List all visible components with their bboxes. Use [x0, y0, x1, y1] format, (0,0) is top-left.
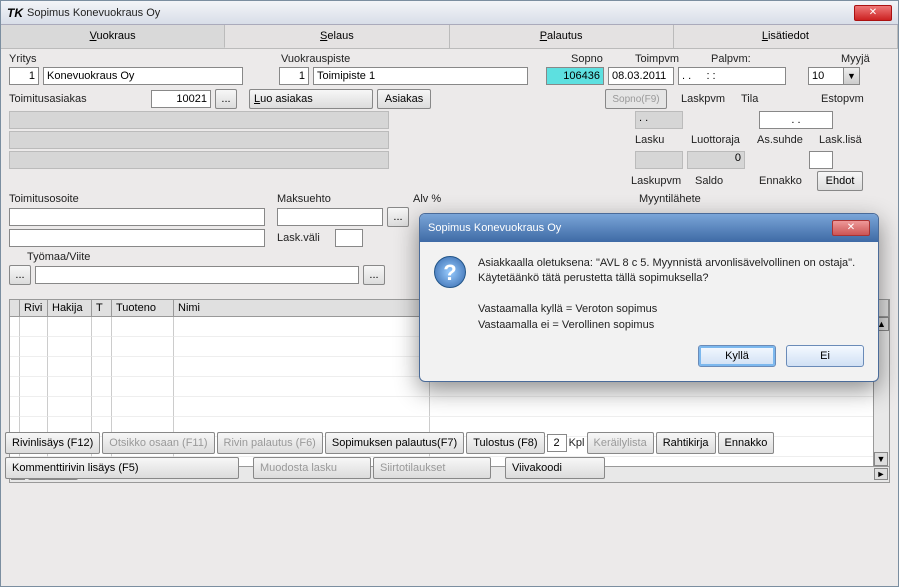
dialog-line2: Vastaamalla kyllä = Veroton sopimus	[478, 302, 864, 317]
label-toimitusasiakas: Toimitusasiakas	[9, 93, 109, 105]
estopvm-input[interactable]	[759, 111, 833, 129]
col-tuoteno[interactable]: Tuoteno	[112, 300, 174, 316]
label-myyntilahete: Myyntilähete	[639, 193, 701, 205]
toimitusasiakas-lookup-button[interactable]: ...	[215, 89, 237, 109]
label-kpl: Kpl	[569, 437, 585, 449]
tyomaa-lookup-button[interactable]: ...	[363, 265, 385, 285]
label-vuokrauspiste: Vuokrauspiste	[281, 53, 381, 65]
ennakko-footer-button[interactable]: Ennakko	[718, 432, 775, 454]
yritys-num-input[interactable]	[9, 67, 39, 85]
maksuehto-input[interactable]	[277, 208, 383, 226]
tab-bar: VVuokrausuokraus Selaus Palautus Lisätie…	[1, 25, 898, 49]
label-ennakko: Ennakko	[759, 175, 813, 187]
close-icon[interactable]: ✕	[854, 5, 892, 21]
dialog-close-icon[interactable]: ✕	[832, 220, 870, 236]
tyomaa-prev-button[interactable]: ...	[9, 265, 31, 285]
toimpvm-input[interactable]	[608, 67, 674, 85]
rahtikirja-button[interactable]: Rahtikirja	[656, 432, 716, 454]
muodosta-lasku-button[interactable]: Muodosta lasku	[253, 457, 371, 479]
label-toimpvm: Toimpvm	[635, 53, 707, 65]
dialog-line3: Vastaamalla ei = Verollinen sopimus	[478, 318, 864, 333]
lasku-display	[635, 151, 683, 169]
label-saldo: Saldo	[695, 175, 745, 187]
label-myyja: Myyjä	[841, 53, 870, 65]
customer-line1	[9, 111, 389, 129]
col-t[interactable]: T	[92, 300, 112, 316]
label-lask-vali: Lask.väli	[277, 232, 331, 244]
label-lask-lisa: Lask.lisä	[819, 134, 862, 146]
label-sopno: Sopno	[571, 53, 631, 65]
label-as-suhde: As.suhde	[757, 134, 815, 146]
customer-line3	[9, 151, 389, 169]
label-maksuehto: Maksuehto	[277, 193, 409, 205]
luo-asiakas-button[interactable]: Luo asiakas	[249, 89, 373, 109]
kerailylista-button[interactable]: Keräilylista	[587, 432, 654, 454]
tab-palautus[interactable]: Palautus	[450, 25, 674, 48]
label-palpvm: Palpvm:	[711, 53, 791, 65]
dialog-text: Asiakkaalla oletuksena: "AVL 8 c 5. Myyn…	[478, 256, 864, 333]
tab-vuokraus[interactable]: VVuokrausuokraus	[1, 25, 225, 48]
tab-lisatiedot[interactable]: Lisätiedot	[674, 25, 898, 48]
question-icon: ?	[434, 256, 466, 288]
toimitusasiakas-input[interactable]	[151, 90, 211, 108]
dialog-title: Sopimus Konevuokraus Oy	[428, 222, 561, 234]
label-laskupvm: Laskupvm	[631, 175, 691, 187]
label-tyomaa-viite: Työmaa/Viite	[27, 251, 90, 263]
dialog-no-button[interactable]: Ei	[786, 345, 864, 367]
kommenttirivi-button[interactable]: Kommenttirivin lisäys (F5)	[5, 457, 239, 479]
kpl-input[interactable]	[547, 434, 567, 452]
laskpvm-display: . .	[635, 111, 683, 129]
col-rivi[interactable]: Rivi	[20, 300, 48, 316]
myyja-select[interactable]	[808, 67, 844, 85]
label-luottoraja: Luottoraja	[691, 134, 753, 146]
sopimuksen-palautus-button[interactable]: Sopimuksen palautus(F7)	[325, 432, 464, 454]
asiakas-button[interactable]: Asiakas	[377, 89, 431, 109]
dialog-yes-button[interactable]: Kyllä	[698, 345, 776, 367]
palpvm-input[interactable]	[678, 67, 786, 85]
maksuehto-lookup-button[interactable]: ...	[387, 207, 409, 227]
label-toimitusosoite: Toimitusosoite	[9, 193, 273, 205]
main-window: TK Sopimus Konevuokraus Oy ✕ VVuokrausuo…	[0, 0, 899, 587]
label-laskpvm: Laskpvm	[681, 93, 737, 105]
ehdot-button[interactable]: Ehdot	[817, 171, 863, 191]
customer-line2	[9, 131, 389, 149]
label-lasku: Lasku	[635, 134, 687, 146]
app-logo: TK	[7, 6, 23, 20]
tulostus-button[interactable]: Tulostus (F8)	[466, 432, 544, 454]
rivin-palautus-button[interactable]: Rivin palautus (F6)	[217, 432, 323, 454]
rivinlisays-button[interactable]: Rivinlisäys (F12)	[5, 432, 100, 454]
yritys-name-input[interactable]	[43, 67, 243, 85]
tyomaa-viite-input[interactable]	[35, 266, 359, 284]
label-tila: Tila	[741, 93, 803, 105]
col-hakija[interactable]: Hakija	[48, 300, 92, 316]
dialog-line1: Asiakkaalla oletuksena: "AVL 8 c 5. Myyn…	[478, 256, 864, 287]
window-title: Sopimus Konevuokraus Oy	[27, 7, 160, 19]
label-estopvm: Estopvm	[821, 93, 864, 105]
titlebar: TK Sopimus Konevuokraus Oy ✕	[1, 1, 898, 25]
siirtotilaukset-button[interactable]: Siirtotilaukset	[373, 457, 491, 479]
label-yritys: Yritys	[9, 53, 49, 65]
viivakoodi-button[interactable]: Viivakoodi	[505, 457, 605, 479]
dialog-titlebar: Sopimus Konevuokraus Oy ✕	[420, 214, 878, 242]
otsikko-osaan-button[interactable]: Otsikko osaan (F11)	[102, 432, 214, 454]
confirm-dialog: Sopimus Konevuokraus Oy ✕ ? Asiakkaalla …	[419, 213, 879, 382]
luottoraja-display: 0	[687, 151, 745, 169]
col-nimi[interactable]: Nimi	[174, 300, 430, 316]
vuokpiste-name-input[interactable]	[313, 67, 528, 85]
lask-vali-input[interactable]	[335, 229, 363, 247]
vuokpiste-num-input[interactable]	[279, 67, 309, 85]
lask-lisa-input[interactable]	[809, 151, 833, 169]
chevron-down-icon[interactable]: ▼	[844, 67, 860, 85]
footer: Rivinlisäys (F12) Otsikko osaan (F11) Ri…	[5, 429, 894, 479]
label-alv: Alv %	[413, 193, 457, 205]
sopno-input[interactable]	[546, 67, 604, 85]
toimitusosoite-input-2[interactable]	[9, 229, 265, 247]
toimitusosoite-input-1[interactable]	[9, 208, 265, 226]
sopno-f9-button[interactable]: Sopno(F9)	[605, 89, 667, 109]
tab-selaus[interactable]: Selaus	[225, 25, 449, 48]
